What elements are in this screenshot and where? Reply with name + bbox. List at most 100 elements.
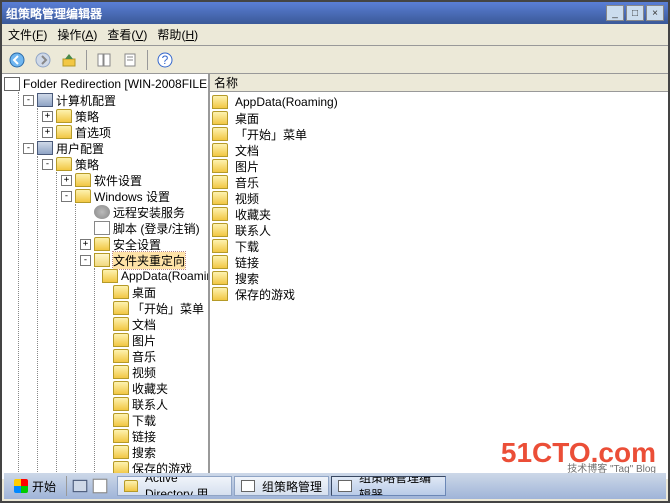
tree-label: 文档 [132,316,156,333]
folder-icon [113,429,129,443]
list-item[interactable]: 「开始」菜单 [212,126,666,142]
menu-action[interactable]: 操作(A) [57,26,97,43]
tree-node[interactable]: 视频 [99,364,208,380]
tree-node[interactable]: 联系人 [99,396,208,412]
tree-node[interactable]: -计算机配置 [23,92,208,108]
tree-label: 搜索 [132,444,156,461]
list-item[interactable]: 保存的游戏 [212,286,666,302]
start-button[interactable]: 开始 [8,476,62,497]
tree-node[interactable]: 搜索 [99,444,208,460]
list-item-label: 文档 [235,142,259,159]
folder-icon [212,207,228,221]
tree-node[interactable]: 远程安装服务 [80,204,208,220]
doc-icon [241,480,255,492]
folder-icon [212,239,228,253]
tree-node[interactable]: 脚本 (登录/注销) [80,220,208,236]
folder-icon [113,349,129,363]
tree-root-node[interactable]: Folder Redirection [WIN-2008FILES... [4,76,208,92]
tree-node[interactable]: 下载 [99,412,208,428]
tree-label: 收藏夹 [132,380,168,397]
list-item-label: 「开始」菜单 [235,126,307,143]
tree-node[interactable]: 桌面 [99,284,208,300]
list-item[interactable]: 下载 [212,238,666,254]
properties-button[interactable] [119,49,141,71]
folder-icon [56,109,72,123]
list-item[interactable]: 音乐 [212,174,666,190]
maximize-button[interactable]: □ [626,5,644,21]
expand-icon[interactable]: + [42,127,53,138]
back-button[interactable] [6,49,28,71]
list-item-label: 下载 [235,238,259,255]
list-item[interactable]: AppData(Roaming) [212,94,666,110]
tree-label: 桌面 [132,284,156,301]
taskbar-button[interactable]: Active Directory 用... [117,476,232,496]
tree-label: 图片 [132,332,156,349]
tree-node[interactable]: -策略 [42,156,208,172]
tree-node[interactable]: -文件夹重定向 [80,252,208,268]
list-item[interactable]: 联系人 [212,222,666,238]
tree-node[interactable]: -用户配置 [23,140,208,156]
list-item[interactable]: 收藏夹 [212,206,666,222]
tree-node[interactable]: +安全设置 [80,236,208,252]
list-item-label: 链接 [235,254,259,271]
menu-view[interactable]: 查看(V) [107,26,147,43]
collapse-icon[interactable]: - [23,143,34,154]
list-column-header[interactable]: 名称 [210,74,668,92]
list-item[interactable]: 文档 [212,142,666,158]
tree-node[interactable]: +软件设置 [61,172,208,188]
folder-icon [212,127,228,141]
folder-icon [212,223,228,237]
forward-button[interactable] [32,49,54,71]
collapse-icon[interactable]: - [80,255,91,266]
tree-node[interactable]: +策略 [42,108,208,124]
minimize-button[interactable]: _ [606,5,624,21]
tree-node[interactable]: 图片 [99,332,208,348]
folder-icon [212,95,228,109]
toolbar-separator [86,50,87,70]
collapse-icon[interactable]: - [42,159,53,170]
list-item[interactable]: 桌面 [212,110,666,126]
list-item[interactable]: 链接 [212,254,666,270]
taskbar-button[interactable]: 组策略管理编辑器 [331,476,446,496]
tree-node[interactable]: -Windows 设置 [61,188,208,204]
expand-icon[interactable]: + [61,175,72,186]
list-item[interactable]: 视频 [212,190,666,206]
tree-node[interactable]: 收藏夹 [99,380,208,396]
up-button[interactable] [58,49,80,71]
collapse-icon[interactable]: - [23,95,34,106]
folder-icon [94,237,110,251]
menu-file[interactable]: 文件(F) [8,26,47,43]
taskbar-button[interactable]: 组策略管理 [234,476,329,496]
taskbar: 开始 Active Directory 用...组策略管理组策略管理编辑器 [4,473,666,499]
folder-icon [113,333,129,347]
quick-launch-icon[interactable] [71,477,89,495]
gear-icon [94,205,110,219]
window-title: 组策略管理编辑器 [6,5,604,22]
folder-icon [75,173,91,187]
help-button[interactable]: ? [154,49,176,71]
tree-node[interactable]: +首选项 [42,124,208,140]
comp-icon [37,93,53,107]
script-icon [94,221,110,235]
tree-node[interactable]: 文档 [99,316,208,332]
list-item[interactable]: 搜索 [212,270,666,286]
tree-node[interactable]: 「开始」菜单 [99,300,208,316]
tree-node[interactable]: 链接 [99,428,208,444]
body-area: Folder Redirection [WIN-2008FILES...-计算机… [2,74,668,479]
tree-node[interactable]: 音乐 [99,348,208,364]
list-rows[interactable]: AppData(Roaming)桌面「开始」菜单文档图片音乐视频收藏夹联系人下载… [210,92,668,479]
list-item[interactable]: 图片 [212,158,666,174]
tree-pane[interactable]: Folder Redirection [WIN-2008FILES...-计算机… [2,74,210,479]
tree-label: Folder Redirection [WIN-2008FILES... [23,77,210,91]
tree-label: 音乐 [132,348,156,365]
expand-icon[interactable]: + [42,111,53,122]
collapse-icon[interactable]: - [61,191,72,202]
tree-node[interactable]: AppData(Roaming) [99,268,208,284]
tree-view-button[interactable] [93,49,115,71]
menu-help[interactable]: 帮助(H) [157,26,198,43]
quick-launch-icon[interactable] [91,477,109,495]
folder-icon [113,413,129,427]
close-button[interactable]: × [646,5,664,21]
expand-icon[interactable]: + [80,239,91,250]
folder-icon [212,191,228,205]
